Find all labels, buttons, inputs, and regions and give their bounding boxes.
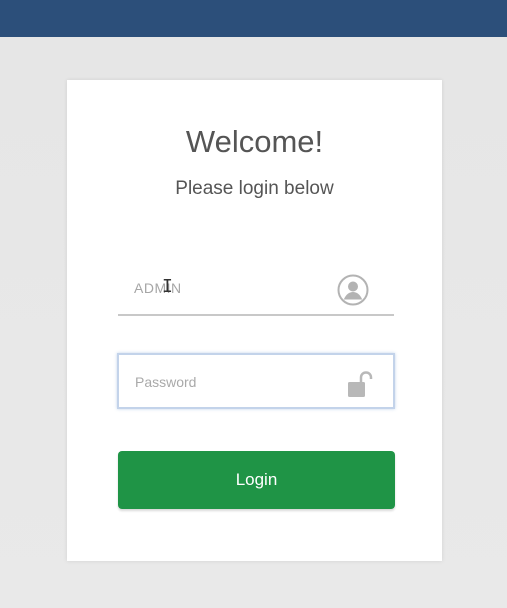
user-icon: [337, 274, 369, 306]
welcome-heading: Welcome!: [185, 124, 324, 159]
login-card: Welcome! Please login below ADMIN I Pass…: [67, 80, 442, 561]
username-value: ADMIN: [134, 280, 182, 296]
login-subtitle: Please login below: [175, 178, 334, 199]
username-field[interactable]: ADMIN I: [118, 262, 394, 316]
password-field[interactable]: Password: [117, 353, 395, 409]
login-button[interactable]: Login: [118, 451, 395, 509]
text-cursor-icon: I: [162, 276, 173, 297]
password-placeholder: Password: [135, 374, 197, 390]
top-navigation-bar: [0, 0, 507, 37]
unlocked-lock-icon: [348, 371, 373, 397]
